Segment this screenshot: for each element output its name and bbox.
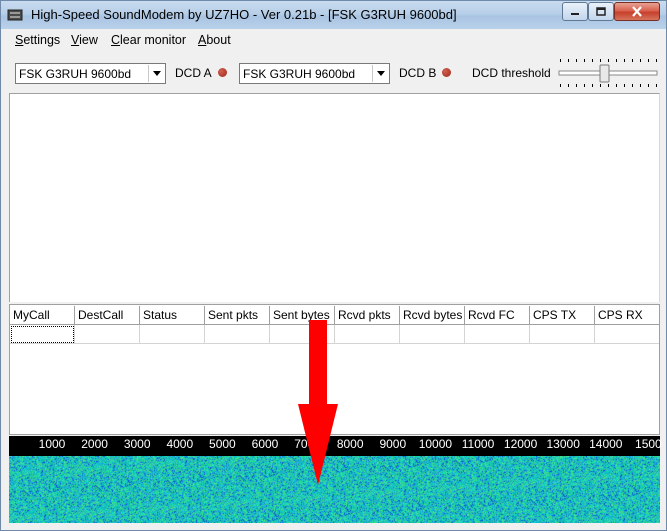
menu-label: ettings [23,33,61,47]
column-header[interactable]: Rcvd bytes [400,306,465,325]
menu-label: lear monitor [120,33,187,47]
scale-label: 11000 [461,437,495,451]
modem-b-value: FSK G3RUH 9600bd [243,67,356,81]
table-cell[interactable] [10,325,75,344]
column-header[interactable]: Rcvd pkts [335,306,400,325]
column-header[interactable]: Status [140,306,205,325]
column-header[interactable]: DestCall [75,306,140,325]
scale-label: 4000 [166,437,194,451]
minimize-icon [571,12,579,15]
dcd-threshold-slider[interactable] [558,58,658,88]
chevron-down-icon [376,71,385,76]
scale-label: 13000 [546,437,580,451]
table-cell[interactable] [400,325,465,344]
dropdown-arrow[interactable] [148,65,164,82]
chevron-down-icon [152,71,161,76]
column-header[interactable]: CPS RX [595,306,659,325]
modem-b-select[interactable]: FSK G3RUH 9600bd [239,63,390,84]
scale-label: 10000 [418,437,453,451]
modem-a-select[interactable]: FSK G3RUH 9600bd [15,63,166,84]
menu-settings[interactable]: Settings [15,33,60,47]
scale-label: 14000 [589,437,623,451]
menu-accel: C [111,33,121,47]
column-header[interactable]: CPS TX [530,306,595,325]
table-cell[interactable] [140,325,205,344]
scale-label: 1000 [38,437,66,451]
minimize-button[interactable] [562,2,588,21]
menu-bar: Settings View Clear monitor About [9,30,660,51]
scale-label: 1500 [635,437,662,451]
app-icon [7,9,23,21]
maximize-button[interactable] [588,2,614,21]
table-cell[interactable] [530,325,595,344]
modem-a-value: FSK G3RUH 9600bd [19,67,132,81]
dcd-a-indicator [218,68,227,77]
dcd-threshold-label: DCD threshold [472,66,551,80]
scale-label: 12000 [503,437,538,451]
menu-view[interactable]: View [71,33,98,47]
column-header[interactable]: MyCall [10,306,75,325]
red-arrow-icon [298,320,338,485]
scale-label: 3000 [123,437,151,451]
table-cell[interactable] [595,325,659,344]
toolbar: FSK G3RUH 9600bd DCD A FSK G3RUH 9600bd … [9,53,660,93]
menu-label: iew [79,33,98,47]
dcd-b-label: DCD B [399,66,437,80]
menu-label: bout [206,33,231,47]
menu-clear-monitor[interactable]: Clear monitor [111,33,186,47]
scale-label: 8000 [336,437,364,451]
table-cell[interactable] [205,325,270,344]
table-cell[interactable] [335,325,400,344]
close-button[interactable] [614,2,660,21]
window-title: High-Speed SoundModem by UZ7HO - Ver 0.2… [31,7,457,22]
table-cell[interactable] [75,325,140,344]
table-cell[interactable] [465,325,530,344]
monitor-area[interactable] [9,93,660,302]
column-header[interactable]: Rcvd FC [465,306,530,325]
close-icon [632,6,642,17]
menu-about[interactable]: About [198,33,231,47]
dcd-b-indicator [442,68,451,77]
scale-label: 9000 [379,437,407,451]
scale-label: 6000 [251,437,279,451]
column-header[interactable]: Sent pkts [205,306,270,325]
dropdown-arrow[interactable] [372,65,388,82]
title-bar[interactable]: High-Speed SoundModem by UZ7HO - Ver 0.2… [1,1,666,29]
scale-label: 5000 [209,437,236,451]
maximize-icon [596,7,606,16]
scale-label: 2000 [81,437,108,451]
menu-accel: V [71,33,80,47]
dcd-a-label: DCD A [175,66,212,80]
